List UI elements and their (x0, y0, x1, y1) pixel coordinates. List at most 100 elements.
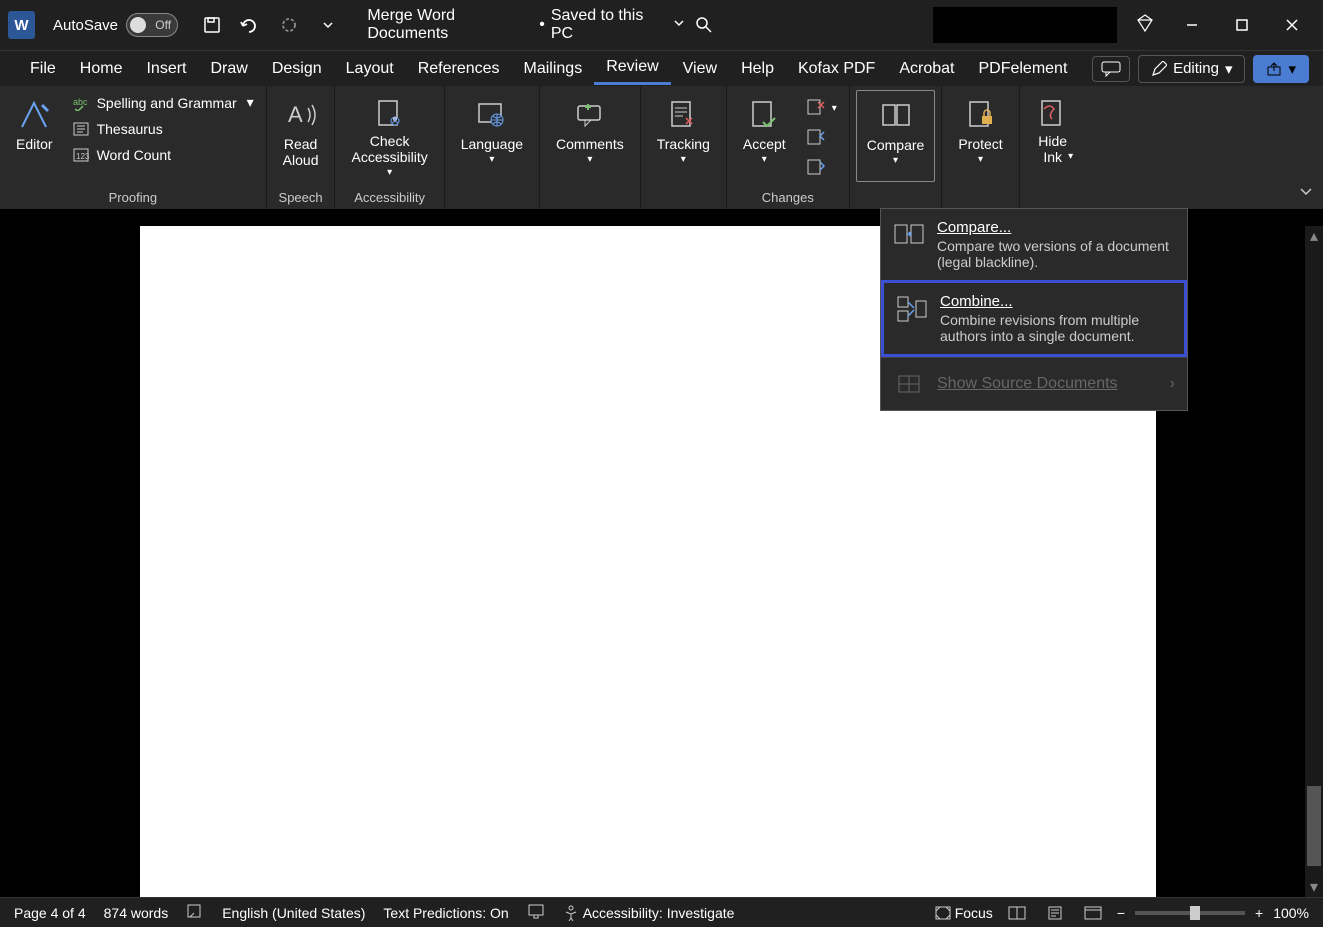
reject-button[interactable]: ▾ (800, 94, 843, 122)
svg-text:123: 123 (76, 152, 90, 161)
search-box[interactable] (685, 10, 925, 40)
page-indicator[interactable]: Page 4 of 4 (14, 905, 86, 921)
language-icon (475, 98, 509, 132)
show-source-menu-item: Show Source Documents › (881, 357, 1187, 410)
spelling-status-icon[interactable] (186, 903, 204, 922)
account-area[interactable] (933, 7, 1117, 43)
accessibility-person-icon (563, 905, 579, 921)
tab-design[interactable]: Design (260, 54, 334, 84)
print-layout-button[interactable] (1041, 902, 1069, 924)
combine-menu-item[interactable]: Combine... Combine revisions from multip… (881, 280, 1187, 357)
tab-mailings[interactable]: Mailings (512, 54, 595, 84)
scrollbar-thumb[interactable] (1307, 786, 1321, 866)
svg-text:A: A (288, 102, 303, 127)
chevron-down-icon: ▾ (1288, 60, 1296, 78)
zoom-out-button[interactable]: − (1117, 905, 1125, 921)
maximize-button[interactable] (1219, 10, 1265, 40)
previous-change-button[interactable] (800, 124, 843, 152)
previous-icon (806, 128, 826, 148)
read-mode-button[interactable] (1003, 902, 1031, 924)
chevron-down-icon: ▾ (1068, 151, 1073, 162)
zoom-slider-knob[interactable] (1190, 906, 1200, 920)
group-accessibility-label: Accessibility (341, 188, 437, 207)
tab-view[interactable]: View (671, 54, 729, 84)
accessibility-status[interactable]: Accessibility: Investigate (563, 905, 735, 921)
check-accessibility-button[interactable]: Check Accessibility ▾ (341, 90, 437, 182)
autosave-toggle[interactable]: Off (126, 13, 178, 37)
thesaurus-button[interactable]: Thesaurus (67, 117, 260, 141)
group-language-spacer (451, 188, 533, 207)
group-proofing: Editor abc Spelling and Grammar ▾ Thesau… (0, 86, 267, 209)
accept-button[interactable]: Accept ▾ (733, 90, 796, 182)
hide-ink-button[interactable]: Hide Ink ▾ (1026, 90, 1080, 182)
minimize-button[interactable] (1169, 10, 1215, 40)
scroll-down-icon[interactable]: ▾ (1305, 877, 1323, 897)
tab-references[interactable]: References (406, 54, 512, 84)
combine-title: Combine... (940, 293, 1172, 310)
group-proofing-label: Proofing (6, 188, 260, 207)
title-separator: • (539, 16, 545, 34)
group-protect-spacer (948, 188, 1012, 207)
zoom-level[interactable]: 100% (1273, 905, 1309, 921)
read-aloud-button[interactable]: A Read Aloud (273, 90, 329, 182)
compare-docs-icon (893, 219, 925, 251)
save-button[interactable] (196, 9, 227, 41)
group-changes-label: Changes (733, 188, 843, 207)
tab-file[interactable]: File (18, 54, 68, 84)
language-label: Language (461, 136, 523, 152)
compare-menu-item[interactable]: Compare... Compare two versions of a doc… (881, 209, 1187, 280)
spelling-grammar-button[interactable]: abc Spelling and Grammar ▾ (67, 90, 260, 115)
group-ink-spacer (1026, 188, 1080, 207)
tab-draw[interactable]: Draw (198, 54, 259, 84)
svg-text:abc: abc (73, 97, 88, 107)
chevron-down-icon: ▾ (762, 154, 767, 165)
search-icon (695, 16, 713, 34)
document-title[interactable]: Merge Word Documents • Saved to this PC (367, 7, 685, 43)
tab-layout[interactable]: Layout (334, 54, 406, 84)
focus-button[interactable]: Focus (935, 905, 993, 921)
language-indicator[interactable]: English (United States) (222, 905, 365, 921)
tab-pdfelement[interactable]: PDFelement (966, 54, 1079, 84)
customize-qat-button[interactable] (313, 9, 344, 41)
next-change-button[interactable] (800, 154, 843, 182)
language-button[interactable]: Language ▾ (451, 90, 533, 182)
combine-docs-icon (896, 293, 928, 325)
comments-button[interactable]: Comments ▾ (546, 90, 634, 182)
zoom-slider[interactable] (1135, 911, 1245, 915)
undo-button[interactable] (235, 9, 266, 41)
chevron-right-icon: › (1170, 375, 1175, 393)
group-accessibility: Check Accessibility ▾ Accessibility (335, 86, 444, 209)
tab-review[interactable]: Review (594, 52, 670, 85)
protect-button[interactable]: Protect ▾ (948, 90, 1012, 182)
compare-button[interactable]: Compare ▾ (856, 90, 936, 182)
scroll-up-icon[interactable]: ▴ (1305, 226, 1323, 246)
ribbon: Editor abc Spelling and Grammar ▾ Thesau… (0, 86, 1323, 210)
word-count-button[interactable]: 123 Word Count (67, 143, 260, 167)
tab-kofax[interactable]: Kofax PDF (786, 54, 887, 84)
redo-button[interactable] (274, 9, 305, 41)
chevron-down-icon (673, 16, 685, 34)
web-layout-button[interactable] (1079, 902, 1107, 924)
share-button[interactable]: ▾ (1253, 55, 1309, 83)
group-compare-spacer (856, 188, 936, 207)
chevron-down-icon: ▾ (587, 154, 592, 165)
tab-help[interactable]: Help (729, 54, 786, 84)
tab-home[interactable]: Home (68, 54, 135, 84)
comments-pane-button[interactable] (1092, 56, 1130, 82)
tracking-button[interactable]: Tracking ▾ (647, 90, 720, 182)
premium-icon[interactable] (1135, 13, 1155, 38)
tab-insert[interactable]: Insert (134, 54, 198, 84)
word-count-indicator[interactable]: 874 words (104, 905, 169, 921)
tab-acrobat[interactable]: Acrobat (887, 54, 966, 84)
vertical-scrollbar[interactable]: ▴ ▾ (1305, 226, 1323, 897)
editing-mode-button[interactable]: Editing ▾ (1138, 55, 1245, 83)
text-predictions-indicator[interactable]: Text Predictions: On (383, 905, 508, 921)
ribbon-expand-button[interactable] (1299, 184, 1313, 203)
display-settings-icon[interactable] (527, 903, 545, 922)
protect-label: Protect (958, 136, 1002, 152)
editor-button[interactable]: Editor (6, 90, 63, 182)
tracking-label: Tracking (657, 136, 710, 152)
chevron-down-icon: ▾ (489, 154, 494, 165)
zoom-in-button[interactable]: + (1255, 905, 1263, 921)
close-button[interactable] (1269, 10, 1315, 40)
